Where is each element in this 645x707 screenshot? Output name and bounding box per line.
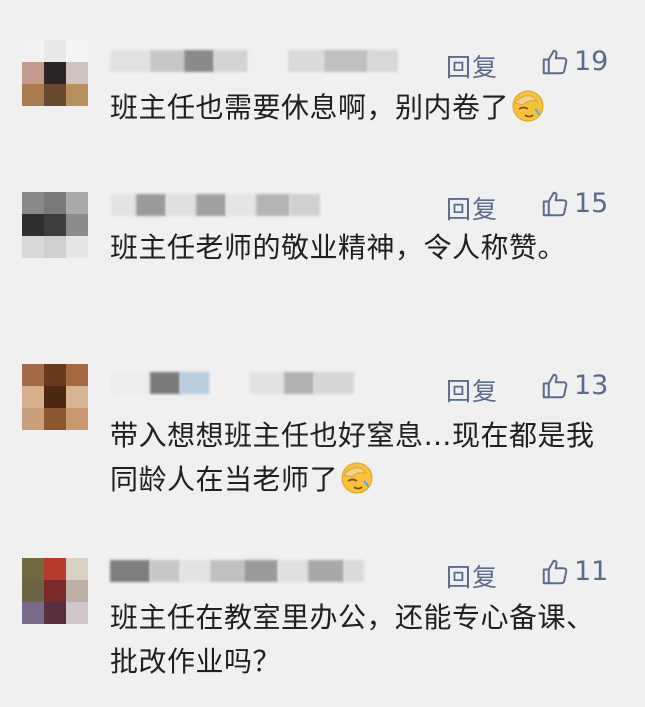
like-count: 13 bbox=[574, 370, 609, 401]
reply-button[interactable]: 回复 bbox=[446, 372, 498, 408]
avatar-pixel bbox=[22, 214, 44, 236]
thumbs-up-icon bbox=[542, 191, 568, 216]
comment-text: 班主任老师的敬业精神，令人称赞。 bbox=[110, 226, 590, 270]
avatar-pixel bbox=[44, 602, 66, 624]
thumbs-up-icon bbox=[542, 373, 568, 398]
avatar-pixel bbox=[22, 580, 44, 602]
facepalm-emoji-icon bbox=[340, 461, 374, 495]
like-button[interactable]: 13 bbox=[540, 370, 608, 401]
like-button[interactable]: 19 bbox=[540, 46, 608, 77]
thumbs-up-icon bbox=[542, 559, 568, 584]
avatar-pixel bbox=[22, 84, 44, 106]
avatar-pixel bbox=[66, 602, 88, 624]
like-button[interactable]: 15 bbox=[540, 188, 608, 219]
avatar-pixel bbox=[44, 580, 66, 602]
avatar-pixel bbox=[44, 558, 66, 580]
avatar-pixel bbox=[22, 364, 44, 386]
avatar-pixel bbox=[66, 236, 88, 258]
avatar-pixel bbox=[22, 62, 44, 84]
username-blurred[interactable] bbox=[110, 558, 364, 584]
avatar-pixel bbox=[44, 40, 66, 62]
avatar-pixel bbox=[22, 40, 44, 62]
avatar-pixel bbox=[66, 192, 88, 214]
avatar-pixel bbox=[44, 192, 66, 214]
avatar-pixel bbox=[66, 84, 88, 106]
avatar-pixel bbox=[66, 386, 88, 408]
avatar-pixel bbox=[66, 62, 88, 84]
username-blurred[interactable] bbox=[110, 192, 320, 218]
avatar-pixel bbox=[44, 386, 66, 408]
avatar-pixel bbox=[66, 214, 88, 236]
avatar-pixel bbox=[44, 84, 66, 106]
avatar-pixel bbox=[44, 408, 66, 430]
comment-text: 班主任在教室里办公，还能专心备课、批改作业吗？ bbox=[110, 596, 615, 684]
avatar-pixel bbox=[22, 236, 44, 258]
avatar-pixel bbox=[66, 40, 88, 62]
facepalm-emoji-icon bbox=[511, 89, 545, 123]
avatar-pixel bbox=[44, 62, 66, 84]
reply-button[interactable]: 回复 bbox=[446, 48, 498, 84]
avatar-pixel bbox=[22, 558, 44, 580]
avatar-pixel bbox=[66, 364, 88, 386]
avatar[interactable] bbox=[22, 364, 88, 430]
like-count: 19 bbox=[574, 46, 609, 77]
avatar-pixel bbox=[22, 602, 44, 624]
comment-text-body: 班主任在教室里办公，还能专心备课、批改作业吗？ bbox=[110, 601, 595, 678]
comment-text: 班主任也需要休息啊，别内卷了 bbox=[110, 86, 620, 130]
avatar-pixel bbox=[66, 580, 88, 602]
avatar-pixel bbox=[22, 386, 44, 408]
avatar-pixel bbox=[44, 236, 66, 258]
avatar-pixel bbox=[22, 408, 44, 430]
avatar-pixel bbox=[44, 214, 66, 236]
comment-text-body: 班主任老师的敬业精神，令人称赞。 bbox=[110, 231, 567, 264]
avatar[interactable] bbox=[22, 558, 88, 624]
like-count: 11 bbox=[574, 556, 609, 587]
avatar-pixel bbox=[44, 364, 66, 386]
avatar-pixel bbox=[66, 558, 88, 580]
username-blurred[interactable] bbox=[110, 48, 398, 74]
avatar-pixel bbox=[66, 408, 88, 430]
avatar-pixel bbox=[22, 192, 44, 214]
thumbs-up-icon bbox=[542, 49, 568, 74]
like-count: 15 bbox=[574, 188, 609, 219]
reply-button[interactable]: 回复 bbox=[446, 558, 498, 594]
avatar[interactable] bbox=[22, 40, 88, 106]
comment-text: 带入想想班主任也好窒息…现在都是我同龄人在当老师了 bbox=[110, 414, 610, 502]
reply-button[interactable]: 回复 bbox=[446, 190, 498, 226]
username-blurred[interactable] bbox=[110, 370, 354, 396]
like-button[interactable]: 11 bbox=[540, 556, 608, 587]
comment-text-body: 班主任也需要休息啊，别内卷了 bbox=[110, 91, 510, 124]
avatar[interactable] bbox=[22, 192, 88, 258]
